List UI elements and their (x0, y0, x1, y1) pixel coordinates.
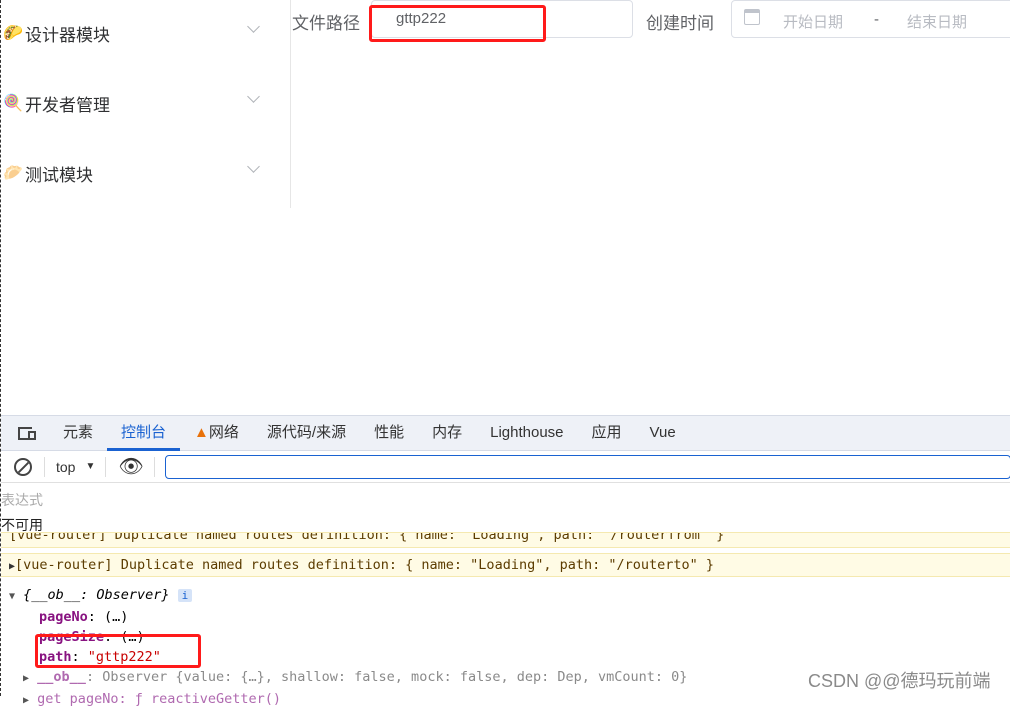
chevron-down-icon (247, 20, 260, 33)
date-separator: - (874, 11, 879, 28)
clear-console-icon[interactable] (14, 457, 32, 476)
tab-elements[interactable]: 元素 (49, 416, 107, 450)
prop-key: __ob__ (37, 669, 86, 685)
sidebar-divider (290, 0, 291, 208)
info-icon[interactable]: i (177, 589, 193, 602)
date-range-picker[interactable]: 开始日期 - 结束日期 (731, 0, 1010, 38)
tab-label: 网络 (208, 424, 239, 441)
sidebar-item-designer[interactable]: 🌮 设计器模块 (1, 18, 281, 48)
start-date-input[interactable]: 开始日期 (783, 11, 843, 32)
object-prop: pageNo: (…) (39, 609, 129, 625)
path-label: 文件路径 (292, 14, 360, 33)
warning-icon: ▲ (194, 424, 209, 441)
console-warning: [vue-router] Duplicate named routes defi… (1, 532, 1010, 548)
tab-performance[interactable]: 性能 (360, 416, 418, 450)
watermark: CSDN @@德玛玩前端 (808, 667, 991, 693)
end-date-input[interactable]: 结束日期 (907, 11, 967, 32)
tab-console[interactable]: 控制台 (107, 416, 181, 451)
highlight-box (35, 634, 201, 668)
sidebar-item-test[interactable]: 🥟 测试模块 (1, 158, 281, 188)
eye-icon[interactable]: 👁 (118, 454, 143, 479)
dropdown-arrow-icon: ▼ (85, 461, 96, 472)
tab-lighthouse[interactable]: Lighthouse (476, 416, 577, 450)
prop-key: pageNo (39, 609, 88, 625)
expand-triangle-icon[interactable]: ▶ (23, 673, 29, 684)
tab-memory[interactable]: 内存 (418, 416, 476, 450)
device-toolbar-icon[interactable] (1, 426, 49, 440)
collapse-triangle-icon[interactable]: ▼ (9, 591, 15, 602)
lollipop-icon: 🍭 (3, 95, 23, 112)
time-label: 创建时间 (646, 14, 714, 33)
tab-vue[interactable]: Vue (636, 416, 690, 450)
prop-value[interactable]: (…) (104, 609, 128, 625)
tab-network[interactable]: ▲网络 (180, 416, 253, 450)
sidebar-item-label: 测试模块 (25, 165, 93, 185)
expand-triangle-icon[interactable]: ▶ (23, 695, 29, 706)
sidebar-item-developer[interactable]: 🍭 开发者管理 (1, 88, 281, 118)
highlight-box (369, 5, 546, 42)
object-summary[interactable]: ▼ {__ob__: Observer} i (9, 585, 1009, 607)
chevron-down-icon (247, 160, 260, 173)
context-select[interactable]: top (56, 459, 75, 475)
console-warning[interactable]: ▶[vue-router] Duplicate named routes def… (1, 553, 1010, 577)
getter-text: get pageNo: ƒ reactiveGetter() (37, 691, 282, 707)
console-toolbar: top ▼ 👁 (1, 451, 1010, 483)
sidebar-item-label: 设计器模块 (25, 25, 110, 45)
object-summary-text: {__ob__: Observer} (23, 587, 170, 603)
calendar-icon (744, 9, 760, 25)
warning-text: [vue-router] Duplicate named routes defi… (9, 532, 725, 543)
warning-text: [vue-router] Duplicate named routes defi… (15, 557, 715, 573)
console-filter-input[interactable] (164, 454, 1010, 479)
taco-icon: 🌮 (3, 25, 23, 42)
chevron-down-icon (247, 90, 260, 103)
expression-input[interactable]: 表达式 (1, 490, 43, 510)
sidebar-item-label: 开发者管理 (25, 95, 110, 115)
devtools-tab-bar: 元素 控制台 ▲网络 源代码/来源 性能 内存 Lighthouse 应用 Vu… (1, 415, 1010, 451)
tab-sources[interactable]: 源代码/来源 (253, 416, 360, 450)
dumpling-icon: 🥟 (3, 165, 23, 182)
tab-application[interactable]: 应用 (578, 416, 636, 450)
prop-value: : Observer {value: {…}, shallow: false, … (85, 669, 688, 685)
